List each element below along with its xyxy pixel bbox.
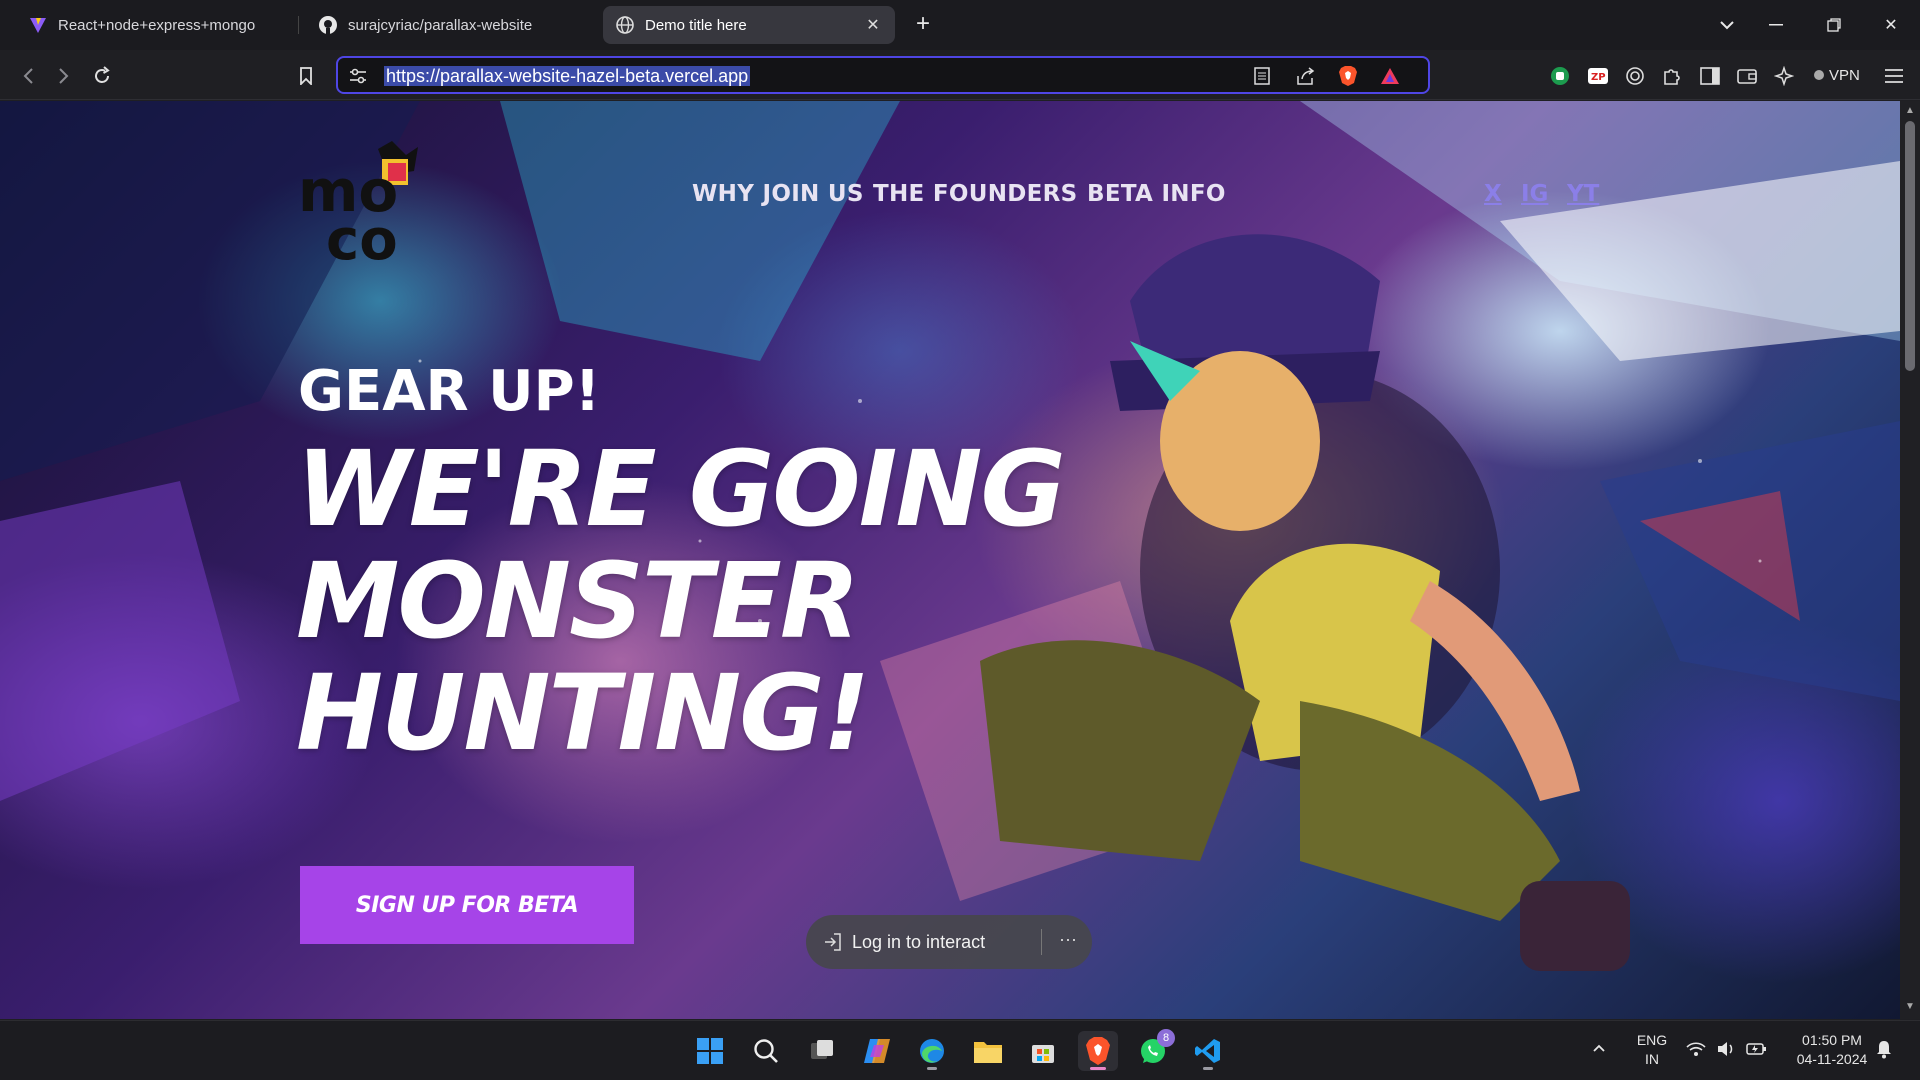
moco-logo-mark: mo co	[298, 141, 418, 273]
scroll-up-icon[interactable]: ▲	[1904, 105, 1916, 116]
login-icon	[822, 931, 844, 953]
extension-target-icon[interactable]	[1621, 62, 1649, 90]
tab-demo[interactable]: Demo title here ✕	[603, 6, 895, 44]
lang-line-2: IN	[1645, 1051, 1659, 1067]
nav-why-join-us[interactable]: WHY JOIN US	[692, 181, 864, 207]
close-window-icon[interactable]: ✕	[1876, 10, 1906, 40]
share-icon[interactable]	[1294, 64, 1318, 88]
hero-illustration	[0, 101, 1900, 971]
extensions-puzzle-icon[interactable]	[1658, 62, 1686, 90]
clock[interactable]: 01:50 PM 04-11-2024	[1784, 1031, 1880, 1069]
tab-title: Demo title here	[645, 16, 747, 34]
task-view-icon[interactable]	[802, 1031, 842, 1071]
moco-logo[interactable]: mo co	[296, 141, 426, 273]
tab-title: React+node+express+mongo	[58, 16, 256, 34]
close-tab-icon[interactable]: ✕	[863, 15, 883, 35]
site-settings-icon[interactable]	[346, 64, 370, 88]
copilot-icon[interactable]	[857, 1031, 897, 1071]
microsoft-store-icon[interactable]	[1023, 1031, 1063, 1071]
back-icon[interactable]	[14, 62, 42, 90]
extension-red-icon[interactable]: ZP	[1584, 62, 1612, 90]
extension-green-icon[interactable]	[1546, 62, 1574, 90]
battery-icon[interactable]	[1746, 1040, 1768, 1063]
globe-icon	[615, 15, 635, 35]
cta-label: SIGN UP FOR BETA	[355, 892, 579, 918]
notification-badge: 8	[1157, 1029, 1175, 1047]
tab-react-node[interactable]: React+node+express+mongo	[16, 6, 296, 44]
browser-toolbar: https://parallax-website-hazel-beta.verc…	[0, 50, 1920, 100]
leo-ai-icon[interactable]	[1770, 62, 1798, 90]
github-icon	[318, 15, 338, 35]
brave-rewards-icon[interactable]	[1378, 64, 1402, 88]
show-hidden-icons-icon[interactable]	[1592, 1039, 1606, 1058]
clock-time: 01:50 PM	[1802, 1032, 1862, 1048]
bookmark-icon[interactable]	[292, 62, 320, 90]
forward-icon[interactable]	[50, 62, 78, 90]
social-x-link[interactable]: X	[1484, 181, 1502, 207]
brave-taskbar-icon[interactable]	[1078, 1031, 1118, 1071]
wallet-icon[interactable]	[1733, 62, 1761, 90]
lang-line-1: ENG	[1636, 1032, 1668, 1048]
tab-strip: React+node+express+mongo surajcyriac/par…	[0, 0, 1920, 50]
language-indicator[interactable]: ENG IN	[1632, 1031, 1672, 1069]
tab-github[interactable]: surajcyriac/parallax-website	[306, 6, 596, 44]
social-yt-link[interactable]: YT	[1567, 181, 1599, 207]
web-page: mo co WHY JOIN US THE FOUNDERS BETA INFO…	[0, 101, 1900, 1019]
sign-up-for-beta-button[interactable]: SIGN UP FOR BETA	[300, 866, 634, 944]
minimize-icon[interactable]	[1761, 10, 1791, 40]
running-indicator	[1203, 1067, 1213, 1070]
address-bar[interactable]: https://parallax-website-hazel-beta.verc…	[336, 56, 1430, 94]
tab-search-chevron-icon[interactable]	[1712, 10, 1742, 40]
search-icon[interactable]	[746, 1031, 786, 1071]
vscode-icon[interactable]	[1188, 1031, 1228, 1071]
login-label: Log in to interact	[852, 931, 986, 952]
hero-headline-line-2: MONSTER	[296, 540, 860, 662]
clock-date: 04-11-2024	[1796, 1051, 1868, 1067]
edge-icon[interactable]	[912, 1031, 952, 1071]
start-icon[interactable]	[690, 1031, 730, 1071]
hero-kicker: GEAR UP!	[298, 359, 601, 424]
page-scrollbar[interactable]: ▲ ▼	[1900, 101, 1920, 1019]
hero-headline-line-3: HUNTING!	[296, 652, 870, 774]
logo-text-bottom: co	[326, 208, 398, 261]
vpn-label: VPN	[1829, 66, 1860, 84]
tab-separator	[298, 16, 299, 34]
nav-beta-info[interactable]: BETA INFO	[1087, 181, 1226, 207]
more-options-icon[interactable]: ···	[1054, 927, 1082, 955]
social-ig-link[interactable]: IG	[1521, 181, 1548, 207]
running-indicator	[927, 1067, 937, 1070]
url-text[interactable]: https://parallax-website-hazel-beta.verc…	[384, 66, 751, 86]
sidebar-icon[interactable]	[1696, 62, 1724, 90]
active-indicator	[1090, 1067, 1106, 1070]
reader-mode-icon[interactable]	[1250, 64, 1274, 88]
login-divider	[1041, 929, 1042, 955]
menu-icon[interactable]	[1880, 62, 1908, 90]
vpn-status-icon	[1814, 70, 1824, 80]
whatsapp-icon[interactable]: 8	[1133, 1029, 1175, 1071]
taskbar: 8 ENG IN 01:50 PM 04-11-2024	[0, 1020, 1920, 1080]
restore-icon[interactable]	[1819, 10, 1849, 40]
tab-title: surajcyriac/parallax-website	[348, 16, 533, 34]
vite-icon	[28, 15, 48, 35]
nav-the-founders[interactable]: THE FOUNDERS	[873, 181, 1078, 207]
svg-text:ZP: ZP	[1591, 72, 1606, 83]
scroll-down-icon[interactable]: ▼	[1904, 1001, 1916, 1012]
login-overlay[interactable]: Log in to interact ···	[806, 915, 1092, 969]
reload-icon[interactable]	[88, 62, 116, 90]
file-explorer-icon[interactable]	[968, 1031, 1008, 1071]
scroll-thumb[interactable]	[1905, 121, 1915, 371]
vpn-button[interactable]: VPN	[1808, 63, 1866, 87]
new-tab-button[interactable]: +	[910, 12, 936, 38]
volume-icon[interactable]	[1716, 1040, 1736, 1063]
wifi-icon[interactable]	[1686, 1041, 1706, 1062]
notifications-bell-icon[interactable]	[1876, 1039, 1892, 1064]
brave-shields-icon[interactable]	[1336, 64, 1360, 88]
hero-headline-line-1: WE'RE GOING	[296, 428, 1066, 550]
